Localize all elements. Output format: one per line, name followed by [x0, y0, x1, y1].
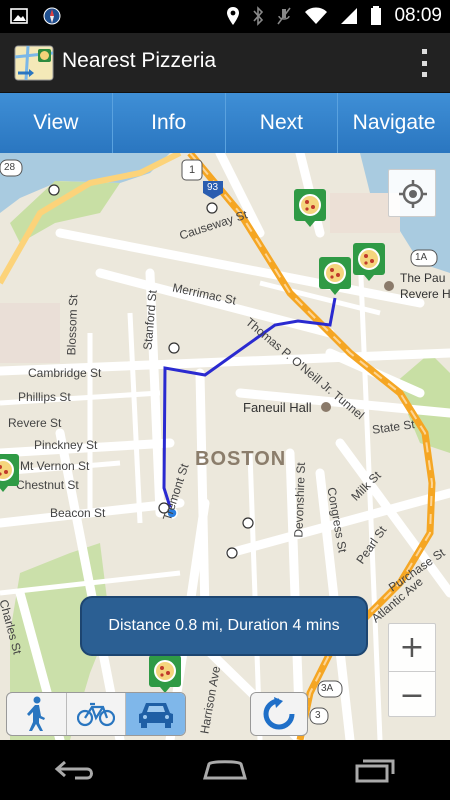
- pizza-marker-icon[interactable]: [318, 256, 352, 296]
- route-shield-1a: 1A: [415, 252, 428, 263]
- street-chestnut: Chestnut St: [16, 478, 79, 492]
- crosshair-icon: [399, 180, 427, 208]
- action-bar: Nearest Pizzeria: [0, 33, 450, 93]
- pizza-marker-icon[interactable]: [352, 242, 386, 282]
- street-mt-vernon: Mt Vernon St: [20, 459, 90, 473]
- status-bar: 08:09: [0, 0, 450, 33]
- overflow-menu-icon[interactable]: [420, 49, 428, 77]
- location-icon: [227, 7, 240, 25]
- travel-mode-selector: [6, 692, 186, 736]
- place-paul-revere-line2: Revere H: [400, 287, 450, 301]
- recents-icon: [355, 759, 395, 783]
- car-icon: [138, 703, 173, 728]
- pizza-marker-icon[interactable]: [0, 453, 20, 493]
- route-shield-28: 28: [4, 162, 16, 173]
- back-button[interactable]: [45, 750, 105, 790]
- walk-icon: [27, 696, 46, 731]
- city-label: BOSTON: [195, 448, 287, 470]
- tab-view[interactable]: View: [0, 93, 113, 153]
- street-pinckney: Pinckney St: [34, 438, 98, 452]
- bike-mode-button[interactable]: [67, 693, 127, 735]
- zoom-out-button[interactable]: −: [389, 671, 435, 718]
- car-mode-button[interactable]: [126, 693, 185, 735]
- street-beacon: Beacon St: [50, 506, 106, 520]
- tab-navigate[interactable]: Navigate: [338, 93, 450, 153]
- image-icon: [10, 8, 28, 24]
- street-cambridge: Cambridge St: [28, 366, 102, 380]
- clock: 08:09: [394, 5, 442, 26]
- street-phillips: Phillips St: [18, 390, 71, 404]
- home-icon: [203, 760, 247, 780]
- route-shield-1: 1: [189, 164, 196, 176]
- back-icon: [54, 760, 93, 780]
- street-blossom: Blossom St: [64, 294, 81, 356]
- place-paul-revere-line1: The Pau: [400, 271, 446, 285]
- recents-button[interactable]: [345, 750, 405, 790]
- pizza-marker-icon[interactable]: [293, 188, 327, 228]
- refresh-route-button[interactable]: [250, 692, 308, 736]
- signal-icon: [341, 8, 358, 24]
- my-location-button[interactable]: [388, 169, 436, 217]
- battery-icon: [371, 6, 382, 25]
- home-button[interactable]: [195, 750, 255, 790]
- route-shield-3: 3: [315, 710, 321, 721]
- system-nav-bar: [0, 740, 450, 800]
- zoom-controls: + −: [388, 623, 436, 717]
- app-title: Nearest Pizzeria: [62, 49, 217, 72]
- place-faneuil-hall: Faneuil Hall: [243, 400, 312, 415]
- route-info-toast: Distance 0.8 mi, Duration 4 mins: [80, 596, 368, 656]
- tab-next[interactable]: Next: [226, 93, 339, 153]
- wifi-icon: [305, 7, 328, 24]
- street-revere: Revere St: [8, 416, 62, 430]
- bluetooth-icon: [253, 6, 264, 26]
- compass-icon: [43, 7, 61, 25]
- tab-bar: View Info Next Navigate: [0, 93, 450, 153]
- map-view[interactable]: 28 1 93 1A 3A 3 Causeway St Merrimac St …: [0, 153, 450, 740]
- street-devonshire: Devonshire St: [291, 462, 308, 538]
- refresh-icon: [263, 697, 295, 730]
- zoom-in-button[interactable]: +: [389, 624, 435, 671]
- bike-icon: [77, 702, 115, 727]
- mute-icon: [277, 7, 292, 25]
- route-shield-93: 93: [207, 182, 219, 193]
- pizza-marker-icon[interactable]: [148, 654, 182, 694]
- tab-info[interactable]: Info: [113, 93, 226, 153]
- map-pizza-icon[interactable]: [14, 43, 54, 83]
- walk-mode-button[interactable]: [7, 693, 67, 735]
- route-shield-3a: 3A: [321, 683, 334, 694]
